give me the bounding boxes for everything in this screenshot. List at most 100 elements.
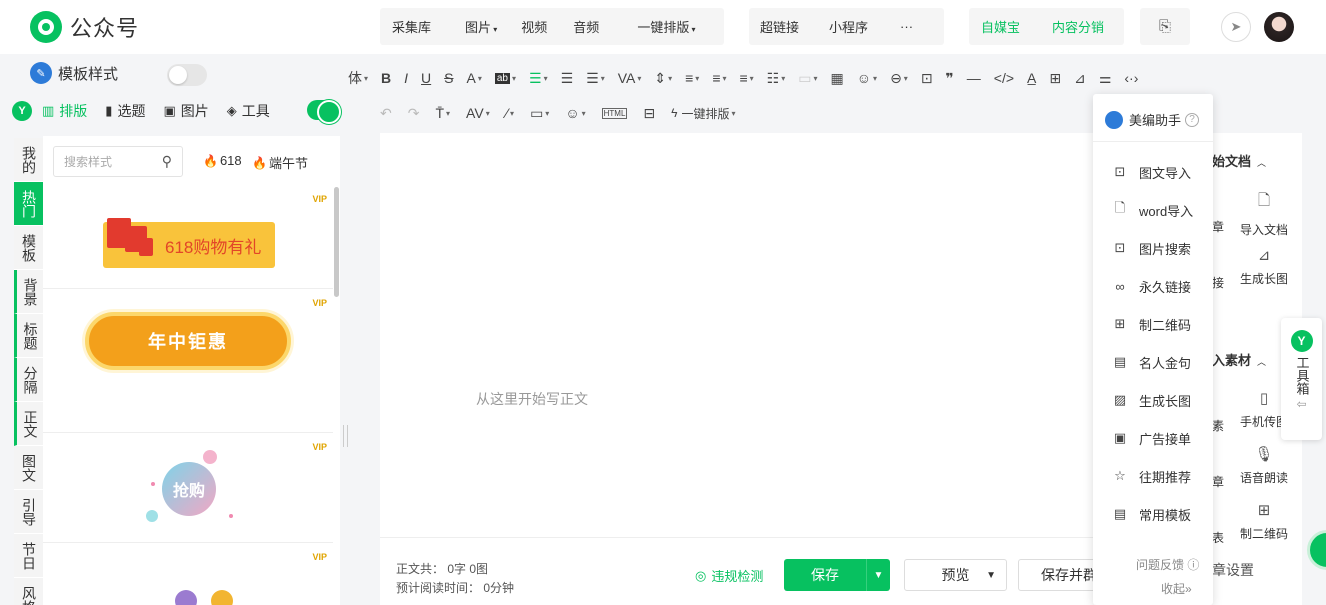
category-background[interactable]: 背景 [14, 270, 43, 314]
italic-icon[interactable]: I [404, 70, 408, 86]
editor-area[interactable]: 从这里开始写正文 [380, 133, 1095, 537]
line-height-icon[interactable]: ⇕ ▾ [654, 70, 672, 87]
sliders-icon[interactable]: ⚌ [1099, 70, 1112, 87]
nav-video[interactable]: 视频 [509, 17, 559, 36]
nav-hyperlink[interactable]: 超链接 [749, 17, 811, 36]
template-style-toggle[interactable] [167, 64, 207, 86]
template-card-4[interactable]: VIP [43, 544, 333, 605]
menu-past-recommend[interactable]: ☆ 往期推荐 [1113, 466, 1191, 486]
char-spacing-icon[interactable]: AV ▾ [466, 105, 490, 121]
qr-code-button[interactable]: ⊞ 制二维码 [1240, 501, 1288, 542]
nav-content-distribution[interactable]: 内容分销 [1032, 17, 1116, 36]
bold-icon[interactable]: B [381, 70, 391, 86]
menu-import-article[interactable]: ⊡ 图文导入 [1113, 162, 1191, 182]
category-title[interactable]: 标题 [14, 314, 43, 358]
tab-image[interactable]: ▣ 图片 [163, 101, 208, 121]
tab-tools[interactable]: ◈ 工具 [227, 101, 270, 121]
margin-bottom-icon[interactable]: ≡ ▾ [712, 70, 726, 86]
link-icon[interactable]: ⊖ ▾ [890, 70, 908, 87]
menu-permanent-link[interactable]: ∞ 永久链接 [1113, 276, 1191, 296]
html-source-icon[interactable]: ‹·› [1124, 70, 1138, 86]
category-divider[interactable]: 分隔 [14, 358, 43, 402]
menu-ad-orders[interactable]: ▣ 广告接单 [1113, 428, 1191, 448]
margin-top-icon[interactable]: ≡ ▾ [685, 70, 699, 86]
toolbox-button[interactable]: Y 工具箱 ⇦ [1281, 318, 1322, 440]
logo[interactable]: 公众号 [30, 11, 139, 43]
menu-image-search[interactable]: ⊡ 图片搜索 [1113, 238, 1191, 258]
category-mine[interactable]: 我的 [14, 138, 43, 182]
section-material-title[interactable]: 入素材 ︿ [1212, 350, 1266, 369]
template-scrollbar[interactable] [334, 187, 339, 297]
emoji-icon[interactable]: ☺ ▾ [857, 70, 877, 86]
export-button[interactable]: ⎘ [1140, 8, 1190, 45]
background-color-icon[interactable]: ab ▾ [494, 72, 516, 84]
undo-icon[interactable]: ↶ [380, 105, 392, 122]
search-input[interactable] [64, 154, 152, 169]
preview-button[interactable]: 预览 ▼ [904, 559, 1007, 591]
template-card-rush[interactable]: VIP 抢购 [43, 434, 333, 543]
template-card-618[interactable]: VIP 618购物有礼 [43, 186, 333, 289]
magic-wand-icon[interactable]: ⁄ ▾ [506, 105, 514, 121]
menu-qr-code[interactable]: ⊞ 制二维码 [1113, 314, 1191, 334]
emoji-icon[interactable]: ☺ ▾ [565, 105, 585, 121]
collapse-button[interactable]: 收起» [1161, 580, 1192, 597]
nav-more[interactable]: ··· [880, 19, 925, 34]
quote-icon[interactable]: ❞ [946, 70, 954, 87]
long-image-button[interactable]: ⊿ 生成长图 [1240, 246, 1288, 287]
tab-topic[interactable]: ▮ 选题 [105, 101, 145, 121]
toolbox-icon[interactable]: ⊟ [643, 105, 655, 122]
category-body[interactable]: 正文 [14, 402, 43, 446]
drag-handle[interactable] [343, 425, 348, 447]
nav-zimeibao[interactable]: 自媒宝 [969, 17, 1032, 36]
image-insert-icon[interactable]: ▭ ▾ [530, 105, 549, 122]
feedback-link[interactable]: 问题反馈 ⓘ [1136, 556, 1199, 573]
save-button[interactable]: 保存 ▼ [784, 559, 890, 591]
category-style[interactable]: 风格 [14, 578, 43, 605]
one-click-layout-button[interactable]: ϟ 一键排版 ▾ [671, 105, 735, 122]
article-settings-label[interactable]: 章设置 [1212, 560, 1254, 580]
chart-icon[interactable]: ⊿ [1074, 70, 1086, 87]
template-card-midyear[interactable]: VIP 年中钜惠 [43, 290, 333, 433]
nav-audio[interactable]: 音频 [559, 17, 611, 36]
floating-status-badge[interactable] [1307, 530, 1326, 570]
clear-format-icon[interactable]: A̲ [1027, 70, 1036, 86]
format-painter-icon[interactable]: ▭ ▾ [798, 70, 817, 87]
section-doc-title[interactable]: 始文档 ︿ [1212, 151, 1266, 170]
category-festival[interactable]: 节日 [14, 534, 43, 578]
menu-long-image[interactable]: ▨ 生成长图 [1113, 390, 1191, 410]
category-image-text[interactable]: 图文 [14, 446, 43, 490]
table-icon[interactable]: ▦ [831, 70, 844, 87]
violation-check-button[interactable]: ◎ 违规检测 [695, 566, 763, 585]
menu-import-word[interactable]: 🗋 word导入 [1113, 200, 1193, 220]
font-color-icon[interactable]: A ▾ [467, 70, 482, 86]
indent-icon[interactable]: ☰ [561, 70, 574, 87]
divider-line-icon[interactable]: — [967, 70, 981, 86]
send-button[interactable]: ➤ [1221, 12, 1251, 42]
nav-collection[interactable]: 采集库 [380, 17, 443, 36]
avatar[interactable] [1264, 12, 1294, 42]
nav-one-click-layout[interactable]: 一键排版 ▾ [611, 17, 707, 36]
hot-tag-dragon-boat[interactable]: 🔥 端午节 [252, 153, 308, 172]
nav-image[interactable]: 图片 ▾ [443, 17, 509, 36]
letter-spacing-icon[interactable]: VA ▾ [618, 70, 642, 86]
strikethrough-icon[interactable]: S [444, 70, 453, 86]
help-icon[interactable]: ? [1185, 112, 1200, 127]
hot-tag-618[interactable]: 🔥 618 [203, 153, 242, 168]
text-style-icon[interactable]: T̄ ▾ [435, 105, 450, 121]
font-family-select[interactable]: 体 ▾ [348, 68, 368, 88]
columns-icon[interactable]: ⊞ [1049, 70, 1061, 87]
formula-icon[interactable]: ⊡ [921, 70, 933, 87]
category-hot[interactable]: 热门 [14, 182, 43, 226]
menu-common-templates[interactable]: ▤ 常用模板 [1113, 504, 1191, 524]
align-justify-icon[interactable]: ☰ ▾ [529, 70, 548, 87]
nav-mini-program[interactable]: 小程序 [811, 17, 880, 36]
redo-icon[interactable]: ↷ [408, 105, 420, 122]
save-dropdown-icon[interactable]: ▼ [866, 559, 890, 591]
paragraph-icon[interactable]: ☰ ▾ [586, 70, 605, 87]
voice-read-button[interactable]: 🎙 语音朗读 [1240, 445, 1288, 486]
category-guide[interactable]: 引导 [14, 490, 43, 534]
code-icon[interactable]: </> [994, 70, 1014, 86]
tab-layout[interactable]: ▥ 排版 [42, 101, 87, 121]
search-icon[interactable]: ⚲ [162, 153, 172, 170]
menu-famous-quotes[interactable]: ▤ 名人金句 [1113, 352, 1191, 372]
